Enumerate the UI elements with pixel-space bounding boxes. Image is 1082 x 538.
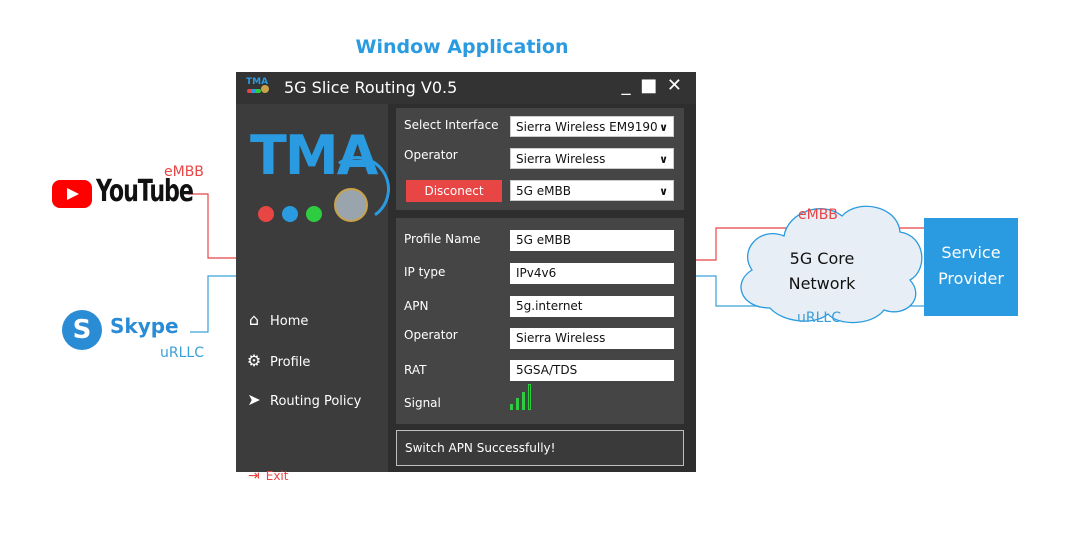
title-bar: TMA 5G Slice Routing V0.5 _ ■ ✕	[236, 72, 696, 104]
signal-label: Signal	[404, 396, 441, 410]
sidebar-item-routing-policy[interactable]: ➤ Routing Policy	[244, 390, 361, 409]
skype-icon: S	[62, 310, 102, 350]
ip-type-field[interactable]: IPv4v6	[510, 263, 674, 284]
sidebar-item-home[interactable]: ⌂ Home	[244, 310, 308, 329]
core-network-line2: Network	[788, 274, 856, 293]
gear-icon: ⚙	[246, 351, 262, 370]
signal-strength-icon	[510, 384, 540, 410]
profile-name-field[interactable]: 5G eMBB	[510, 230, 674, 251]
play-icon	[52, 180, 92, 208]
chevron-down-icon: ∨	[659, 185, 668, 198]
sidebar-item-label: Routing Policy	[270, 394, 362, 409]
signal-bar	[516, 398, 519, 410]
rat-label: RAT	[404, 363, 427, 377]
operator-label: Operator	[404, 328, 458, 342]
app-title: 5G Slice Routing V0.5	[284, 78, 458, 97]
rat-field[interactable]: 5GSA/TDS	[510, 360, 674, 381]
youtube-logo: YouTube	[52, 174, 202, 212]
interface-value: Sierra Wireless EM9190	[516, 120, 658, 134]
app-logo-icon: TMA	[246, 77, 269, 96]
disconnect-button[interactable]: Disconect	[406, 180, 502, 202]
signal-bar	[522, 392, 525, 410]
operator-label-top: Operator	[404, 148, 458, 162]
connection-panel: Select Interface Sierra Wireless EM9190 …	[396, 108, 684, 210]
apn-label: APN	[404, 299, 429, 313]
app-window: TMA 5G Slice Routing V0.5 _ ■ ✕ TMA ⌂ Hom…	[236, 72, 696, 484]
sidebar: TMA ⌂ Home ⚙ Profile ➤ Routing Policy ⇥ Exit	[236, 104, 396, 484]
app-logo-dots	[247, 89, 261, 93]
apn-field[interactable]: 5g.internet	[510, 296, 674, 317]
cloud-urllc-label: uRLLC	[797, 310, 841, 326]
skype-wordmark: Skype	[110, 314, 179, 338]
logo-dot-blue	[282, 206, 298, 222]
sidebar-item-profile[interactable]: ⚙ Profile	[244, 351, 311, 370]
cloud-embb-label: eMBB	[798, 207, 838, 223]
logo-dot-red	[258, 206, 274, 222]
slice-value: 5G eMBB	[516, 184, 571, 198]
chevron-down-icon: ∨	[659, 121, 668, 134]
status-bar: Switch APN Successfully!	[396, 430, 684, 466]
slice-select[interactable]: 5G eMBB ∨	[510, 180, 674, 201]
profile-name-label: Profile Name	[404, 232, 481, 246]
exit-icon: ⇥	[248, 468, 260, 484]
operator-field[interactable]: Sierra Wireless	[510, 328, 674, 349]
exit-button[interactable]: ⇥ Exit	[248, 468, 288, 484]
app-logo-globe	[261, 85, 269, 93]
provider-line2: Provider	[938, 269, 1004, 288]
globe-icon	[334, 188, 368, 222]
sidebar-item-label: Profile	[270, 355, 311, 370]
signal-bar	[528, 384, 531, 410]
operator-select[interactable]: Sierra Wireless ∨	[510, 148, 674, 169]
core-network-line1: 5G Core	[789, 249, 855, 268]
profile-panel: Profile Name 5G eMBB IP type IPv4v6 APN …	[396, 218, 684, 424]
provider-line1: Service	[941, 243, 1001, 262]
exit-label: Exit	[265, 469, 289, 483]
chevron-down-icon: ∨	[659, 153, 668, 166]
home-icon: ⌂	[248, 310, 260, 329]
core-network-title: 5G Core Network	[760, 246, 884, 296]
interface-label: Select Interface	[404, 118, 499, 132]
urllc-label-left: uRLLC	[160, 345, 204, 361]
interface-select[interactable]: Sierra Wireless EM9190 ∨	[510, 116, 674, 137]
window-controls[interactable]: _ ■ ✕	[621, 75, 684, 96]
ip-type-label: IP type	[404, 265, 446, 279]
logo-dot-green	[306, 206, 322, 222]
operator-value-top: Sierra Wireless	[516, 152, 606, 166]
embb-label-left: eMBB	[164, 164, 204, 180]
urllc-line-left	[190, 275, 236, 333]
paper-plane-icon: ➤	[247, 390, 261, 409]
signal-bar	[510, 404, 513, 410]
service-provider-box: Service Provider	[924, 218, 1018, 316]
sidebar-item-label: Home	[270, 314, 309, 329]
